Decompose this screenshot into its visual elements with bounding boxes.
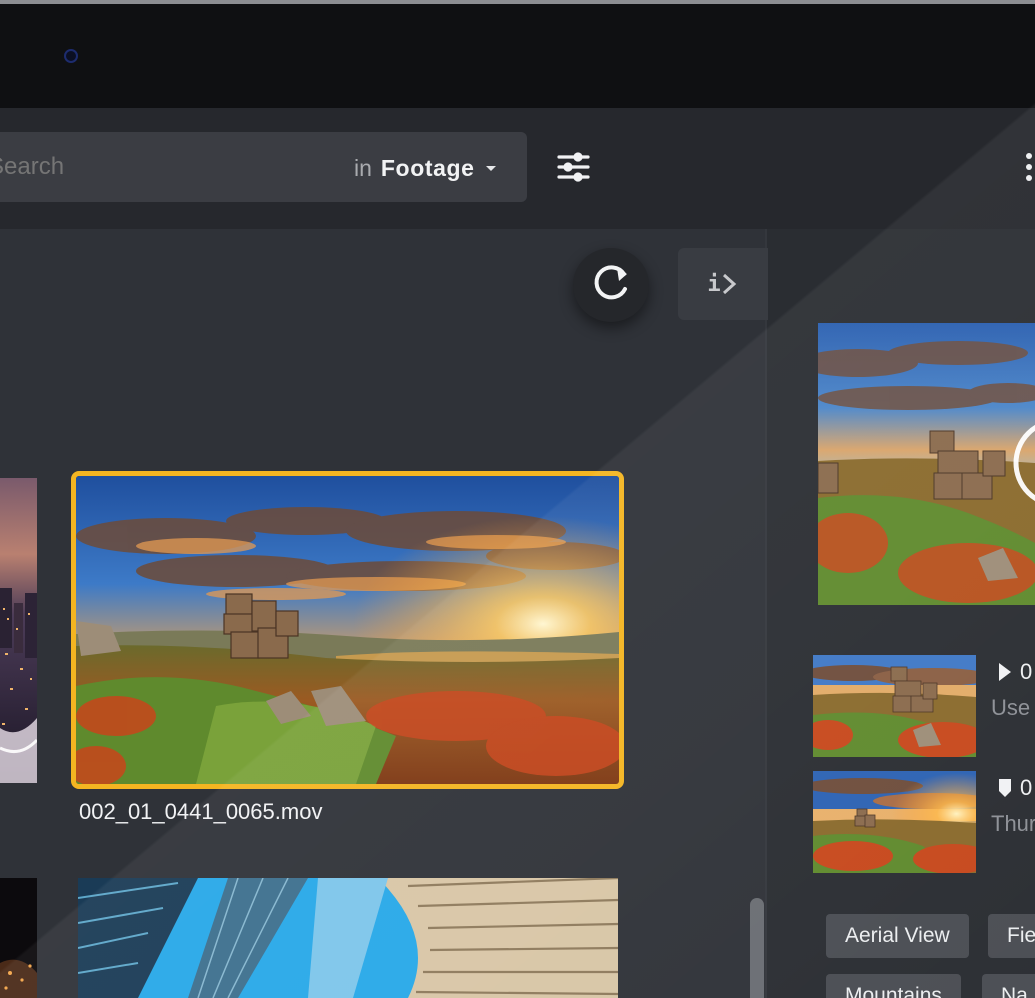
clip-thumbnail-selected[interactable] [71, 471, 624, 789]
tag-aerial-view[interactable]: Aerial View [826, 914, 969, 958]
inspector-preview[interactable] [818, 323, 1035, 605]
grid-scrollbar-thumb[interactable] [750, 898, 764, 998]
marker-pin-icon [999, 779, 1011, 797]
clip-thumbnail-city-lights[interactable] [0, 878, 37, 998]
skyscrapers-image [78, 878, 618, 998]
marker-thumbnail-image [813, 771, 976, 873]
marker-thumbnail [813, 771, 976, 873]
marker-row-1[interactable]: 0 Use [813, 655, 1035, 757]
clip-thumbnail-buildings[interactable] [78, 878, 618, 998]
refresh-icon [594, 265, 627, 300]
marker-time-1: 0 [998, 659, 1032, 685]
preview-image [818, 323, 1035, 605]
search-scope-dropdown[interactable]: in Footage [354, 153, 496, 183]
clip-thumbnail-city-night[interactable] [0, 478, 37, 783]
moorland-sunset-image [76, 476, 619, 784]
search-input[interactable] [0, 132, 330, 202]
search-scope-value: Footage [380, 154, 475, 181]
sliders-icon [557, 152, 590, 182]
top-toolbar: in Footage [0, 108, 1035, 229]
caret-down-icon [485, 165, 496, 171]
play-triangle-icon [999, 663, 1011, 681]
grid-menu-button[interactable] [1020, 151, 1035, 183]
chevron-right-icon [722, 273, 737, 295]
tag-fie[interactable]: Fie [988, 914, 1035, 958]
tag-mountains[interactable]: Mountains [826, 974, 961, 998]
marker-thumbnail [813, 655, 976, 757]
search-scope-prefix: in [354, 154, 372, 181]
selected-clip-filename: 002_01_0441_0065.mov [79, 799, 323, 824]
city-night-image [0, 478, 37, 783]
device-camera-bar [0, 4, 1035, 108]
marker-row-2[interactable]: 0 Thur [813, 771, 1035, 873]
tag-na[interactable]: Na [982, 974, 1035, 998]
city-lights-image [0, 878, 37, 998]
marker-description: Use [991, 695, 1031, 720]
camera-lens-icon [64, 49, 78, 63]
dots-grid-icon [1026, 153, 1032, 181]
marker-timecode: 0 [1020, 775, 1033, 800]
marker-timecode: 0 [1020, 659, 1033, 684]
info-label: i [707, 271, 721, 297]
marker-description: Thur [991, 811, 1035, 836]
info-panel-toggle[interactable]: i [678, 248, 768, 320]
search-box[interactable]: in Footage [0, 132, 527, 202]
refresh-button[interactable] [573, 248, 649, 322]
filter-sliders-button[interactable] [555, 149, 593, 185]
marker-time-2: 0 [998, 775, 1032, 801]
marker-thumbnail-image [813, 655, 976, 757]
